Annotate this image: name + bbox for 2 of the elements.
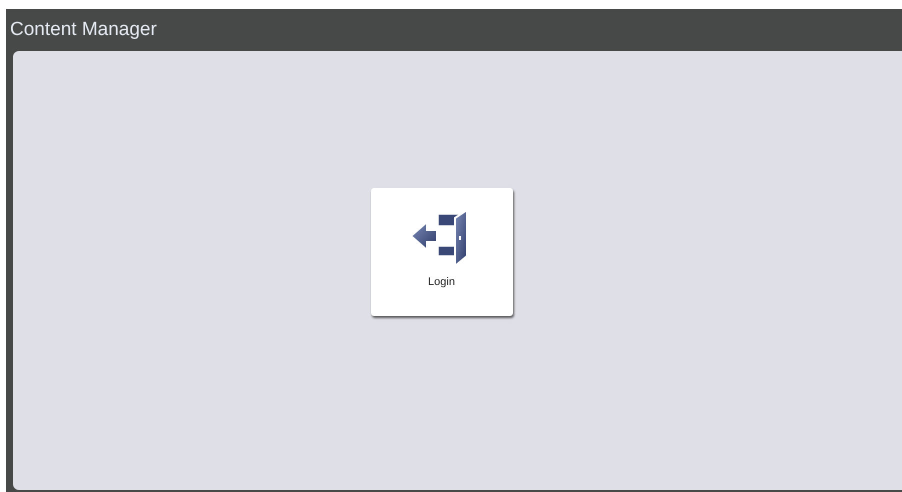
window-title: Content Manager	[10, 18, 157, 42]
login-tile[interactable]: Login	[370, 188, 512, 316]
